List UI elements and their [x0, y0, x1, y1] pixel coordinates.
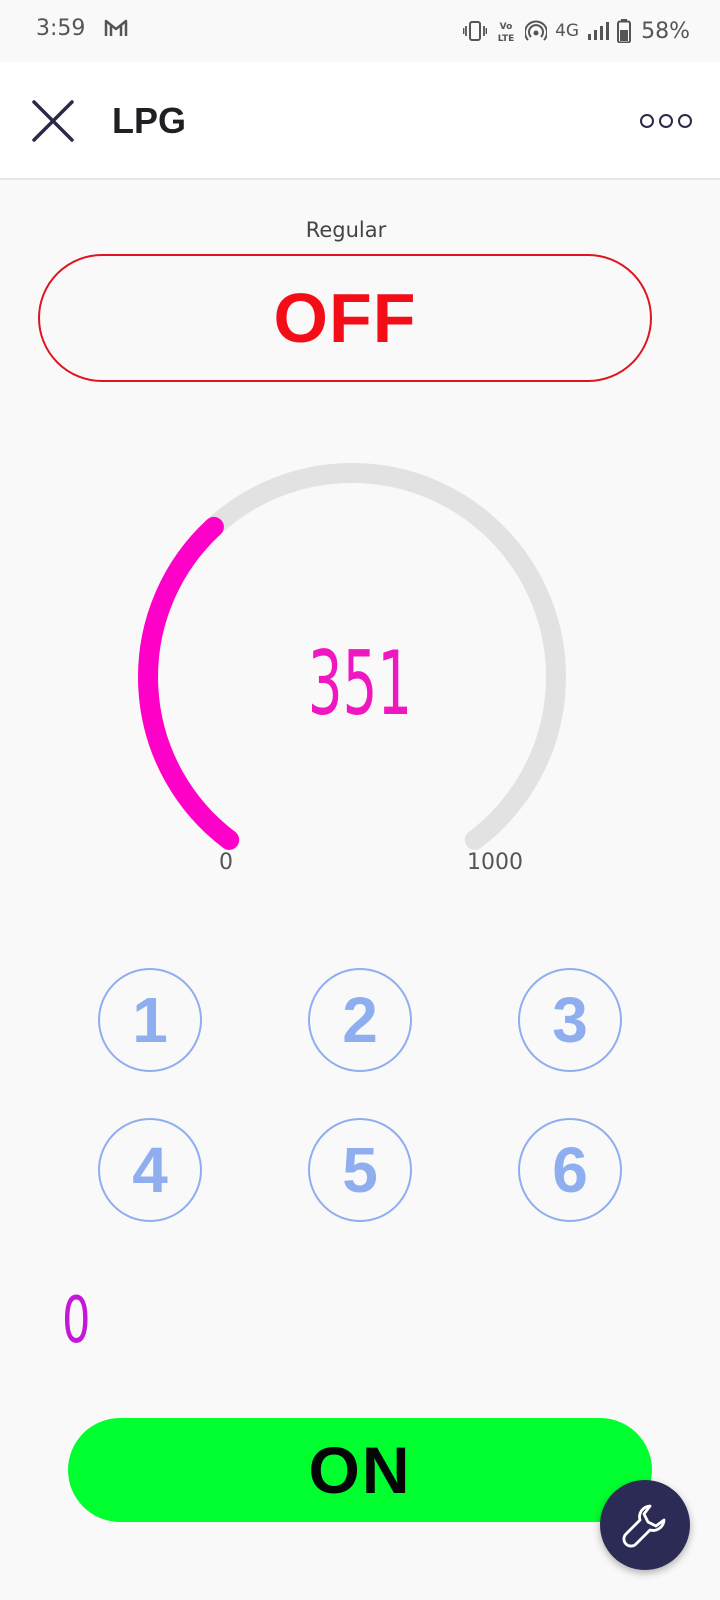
more-icon-dot: [678, 114, 692, 128]
page-title: LPG: [112, 100, 187, 141]
wrench-icon: [622, 1504, 666, 1548]
app-bar: LPG: [0, 62, 720, 180]
keypad-button-3[interactable]: 3: [518, 968, 622, 1072]
keypad-button-4[interactable]: 4: [98, 1118, 202, 1222]
keypad-button-label: 5: [342, 1134, 378, 1206]
keypad-button-label: 6: [552, 1134, 588, 1206]
more-icon-dot: [659, 114, 673, 128]
gauge-min-label: 0: [219, 850, 233, 875]
keypad-button-label: 2: [342, 984, 378, 1056]
status-bar: 3:59 Vo LTE 4G 58%: [0, 0, 720, 62]
more-options-button[interactable]: [640, 106, 692, 136]
network-type: 4G: [555, 21, 580, 41]
close-button[interactable]: [30, 98, 76, 144]
gauge-max-label: 1000: [467, 850, 523, 875]
vibrate-icon: [463, 21, 488, 41]
keypad-button-6[interactable]: 6: [518, 1118, 622, 1222]
close-icon: [32, 100, 74, 142]
status-time: 3:59: [36, 16, 86, 41]
gmail-icon: [104, 19, 128, 36]
off-button-label: OFF: [273, 279, 417, 357]
battery-percent: 58%: [641, 18, 690, 44]
off-button[interactable]: OFF: [38, 254, 652, 382]
keypad-button-1[interactable]: 1: [98, 968, 202, 1072]
on-button-label: ON: [308, 1433, 412, 1507]
keypad-button-label: 1: [132, 984, 168, 1056]
volte-icon: Vo LTE: [498, 22, 515, 43]
gauge-value: 351: [307, 632, 413, 735]
keypad-button-5[interactable]: 5: [308, 1118, 412, 1222]
keypad-button-label: 4: [132, 1134, 168, 1206]
keypad-button-2[interactable]: 2: [308, 968, 412, 1072]
settings-fab[interactable]: [600, 1480, 690, 1570]
hotspot-icon: [525, 20, 548, 41]
on-button[interactable]: ON: [68, 1418, 652, 1522]
svg-text:LTE: LTE: [498, 34, 515, 43]
status-icons: Vo LTE 4G 58%: [463, 14, 690, 48]
mode-label: Regular: [305, 218, 387, 242]
counter-value: 0: [62, 1284, 91, 1358]
signal-icon: [588, 22, 610, 40]
svg-text:Vo: Vo: [500, 22, 513, 32]
battery-icon: [617, 19, 632, 43]
more-icon-dot: [640, 114, 654, 128]
keypad-button-label: 3: [552, 984, 588, 1056]
